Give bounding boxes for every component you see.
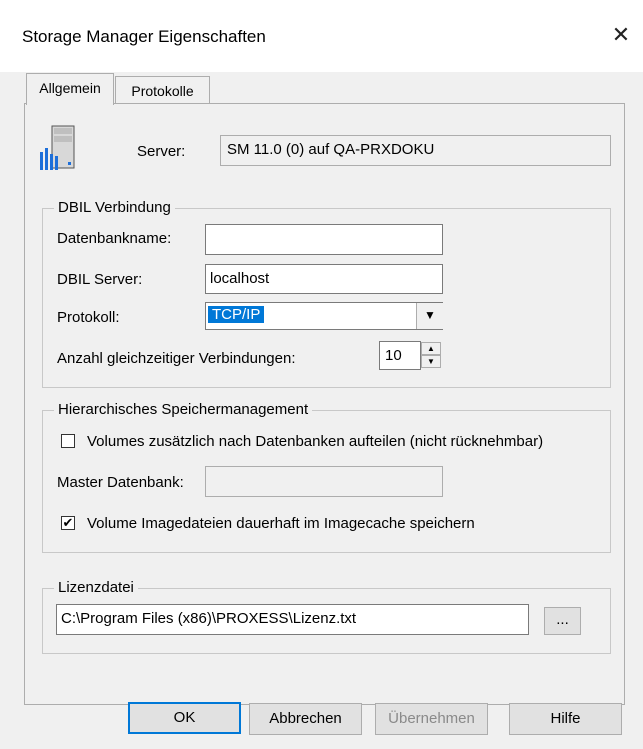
cancel-button[interactable]: Abbrechen <box>249 703 362 735</box>
database-name-label: Datenbankname: <box>57 230 172 247</box>
close-icon[interactable]: ✕ <box>606 22 636 48</box>
tab-protokolle[interactable]: Protokolle <box>115 76 210 105</box>
tab-allgemein[interactable]: Allgemein <box>26 73 114 105</box>
protocol-label: Protokoll: <box>57 309 120 326</box>
connections-label: Anzahl gleichzeitiger Verbindungen: <box>57 350 296 367</box>
master-db-label: Master Datenbank: <box>57 474 184 491</box>
server-label: Server: <box>137 143 186 160</box>
connections-input[interactable]: 10 <box>379 341 421 370</box>
window-title: Storage Manager Eigenschaften <box>22 27 266 46</box>
apply-button[interactable]: Übernehmen <box>375 703 488 735</box>
split-volumes-checkbox[interactable] <box>61 434 75 448</box>
server-value: SM 11.0 (0) auf QA-PRXDOKU <box>220 135 611 166</box>
database-name-input[interactable] <box>205 224 443 255</box>
protocol-selected-value: TCP/IP <box>208 306 265 323</box>
server-icon <box>38 124 82 172</box>
split-volumes-label: Volumes zusätzlich nach Datenbanken auft… <box>87 433 544 450</box>
store-images-checkbox[interactable]: ✔ <box>61 516 75 530</box>
license-group-label: Lizenzdatei <box>54 579 138 596</box>
dbil-server-label: DBIL Server: <box>57 271 143 288</box>
browse-button[interactable]: ... <box>544 607 581 635</box>
chevron-down-icon[interactable]: ▼ <box>416 303 443 329</box>
store-images-label: Volume Imagedateien dauerhaft im Imageca… <box>87 515 475 532</box>
ok-button[interactable]: OK <box>128 702 241 734</box>
dbil-group-label: DBIL Verbindung <box>54 199 175 216</box>
help-button[interactable]: Hilfe <box>509 703 622 735</box>
hsm-group-label: Hierarchisches Speichermanagement <box>54 401 313 418</box>
master-db-input[interactable] <box>205 466 443 497</box>
spin-up-icon[interactable]: ▲ <box>421 342 441 355</box>
license-path-input[interactable]: C:\Program Files (x86)\PROXESS\Lizenz.tx… <box>56 604 529 635</box>
dbil-server-input[interactable]: localhost <box>205 264 443 294</box>
protocol-select[interactable]: TCP/IP <box>205 302 443 330</box>
spin-down-icon[interactable]: ▼ <box>421 355 441 368</box>
